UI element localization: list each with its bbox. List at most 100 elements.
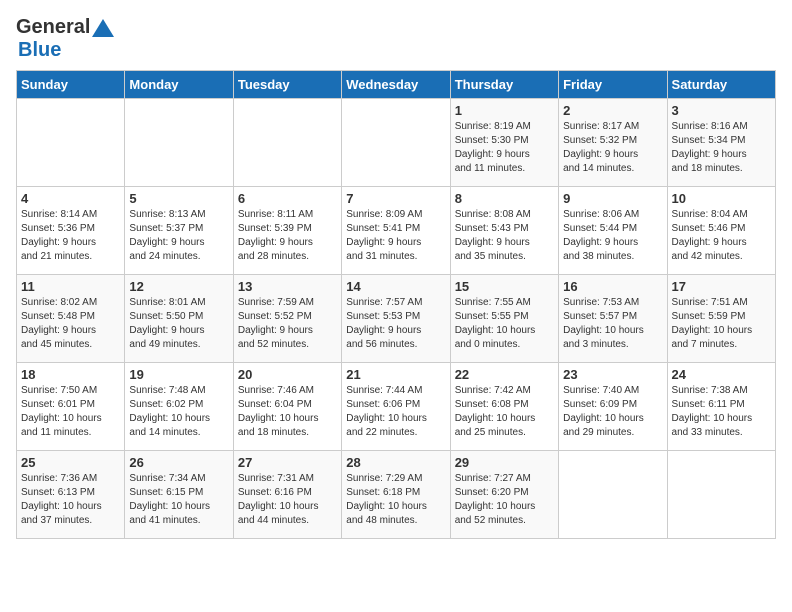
weekday-header: Sunday (17, 71, 125, 99)
calendar-cell: 7 Sunrise: 8:09 AM Sunset: 5:41 PM Daylig… (342, 187, 450, 275)
day-number: 25 (21, 455, 120, 470)
day-number: 13 (238, 279, 337, 294)
day-info: Sunrise: 7:46 AM Sunset: 6:04 PM Dayligh… (238, 384, 337, 440)
calendar-cell: 14 Sunrise: 7:57 AM Sunset: 5:53 PM Dayli… (342, 275, 450, 363)
calendar-cell (667, 451, 775, 539)
day-number: 7 (346, 191, 445, 206)
logo-general: General (16, 16, 90, 39)
day-info: Sunrise: 7:31 AM Sunset: 6:16 PM Dayligh… (238, 472, 337, 528)
calendar-cell (233, 99, 341, 187)
day-number: 23 (563, 367, 662, 382)
weekday-header: Tuesday (233, 71, 341, 99)
day-info: Sunrise: 7:42 AM Sunset: 6:08 PM Dayligh… (455, 384, 554, 440)
calendar-cell: 26 Sunrise: 7:34 AM Sunset: 6:15 PM Dayli… (125, 451, 233, 539)
calendar-cell: 20 Sunrise: 7:46 AM Sunset: 6:04 PM Dayli… (233, 363, 341, 451)
day-number: 22 (455, 367, 554, 382)
calendar-cell: 28 Sunrise: 7:29 AM Sunset: 6:18 PM Dayli… (342, 451, 450, 539)
day-number: 26 (129, 455, 228, 470)
calendar-cell: 24 Sunrise: 7:38 AM Sunset: 6:11 PM Dayli… (667, 363, 775, 451)
day-number: 24 (672, 367, 771, 382)
day-info: Sunrise: 7:38 AM Sunset: 6:11 PM Dayligh… (672, 384, 771, 440)
calendar-cell: 16 Sunrise: 7:53 AM Sunset: 5:57 PM Dayli… (559, 275, 667, 363)
day-number: 9 (563, 191, 662, 206)
day-info: Sunrise: 8:06 AM Sunset: 5:44 PM Dayligh… (563, 208, 662, 264)
day-number: 5 (129, 191, 228, 206)
calendar-cell: 1 Sunrise: 8:19 AM Sunset: 5:30 PM Daylig… (450, 99, 558, 187)
calendar-cell: 2 Sunrise: 8:17 AM Sunset: 5:32 PM Daylig… (559, 99, 667, 187)
day-number: 12 (129, 279, 228, 294)
day-number: 27 (238, 455, 337, 470)
calendar-cell: 12 Sunrise: 8:01 AM Sunset: 5:50 PM Dayli… (125, 275, 233, 363)
calendar-cell (342, 99, 450, 187)
day-info: Sunrise: 8:14 AM Sunset: 5:36 PM Dayligh… (21, 208, 120, 264)
day-number: 4 (21, 191, 120, 206)
calendar-cell (17, 99, 125, 187)
calendar-cell: 23 Sunrise: 7:40 AM Sunset: 6:09 PM Dayli… (559, 363, 667, 451)
day-info: Sunrise: 8:11 AM Sunset: 5:39 PM Dayligh… (238, 208, 337, 264)
weekday-header: Wednesday (342, 71, 450, 99)
day-number: 20 (238, 367, 337, 382)
day-info: Sunrise: 7:48 AM Sunset: 6:02 PM Dayligh… (129, 384, 228, 440)
day-info: Sunrise: 7:44 AM Sunset: 6:06 PM Dayligh… (346, 384, 445, 440)
logo: General Blue (16, 16, 114, 62)
day-info: Sunrise: 8:01 AM Sunset: 5:50 PM Dayligh… (129, 296, 228, 352)
weekday-header: Friday (559, 71, 667, 99)
day-info: Sunrise: 8:16 AM Sunset: 5:34 PM Dayligh… (672, 120, 771, 176)
day-info: Sunrise: 8:19 AM Sunset: 5:30 PM Dayligh… (455, 120, 554, 176)
day-number: 11 (21, 279, 120, 294)
day-info: Sunrise: 7:50 AM Sunset: 6:01 PM Dayligh… (21, 384, 120, 440)
calendar-cell: 13 Sunrise: 7:59 AM Sunset: 5:52 PM Dayli… (233, 275, 341, 363)
calendar-cell: 17 Sunrise: 7:51 AM Sunset: 5:59 PM Dayli… (667, 275, 775, 363)
calendar-cell: 8 Sunrise: 8:08 AM Sunset: 5:43 PM Daylig… (450, 187, 558, 275)
page-header: General Blue (16, 16, 776, 62)
calendar-cell: 4 Sunrise: 8:14 AM Sunset: 5:36 PM Daylig… (17, 187, 125, 275)
day-info: Sunrise: 7:36 AM Sunset: 6:13 PM Dayligh… (21, 472, 120, 528)
day-number: 2 (563, 103, 662, 118)
calendar-cell: 22 Sunrise: 7:42 AM Sunset: 6:08 PM Dayli… (450, 363, 558, 451)
calendar-cell: 29 Sunrise: 7:27 AM Sunset: 6:20 PM Dayli… (450, 451, 558, 539)
day-number: 29 (455, 455, 554, 470)
calendar-table: SundayMondayTuesdayWednesdayThursdayFrid… (16, 70, 776, 539)
day-number: 14 (346, 279, 445, 294)
calendar-cell: 15Sunrise: 7:55 AM Sunset: 5:55 PM Dayli… (450, 275, 558, 363)
day-number: 19 (129, 367, 228, 382)
weekday-header: Saturday (667, 71, 775, 99)
day-number: 28 (346, 455, 445, 470)
calendar-cell: 6 Sunrise: 8:11 AM Sunset: 5:39 PM Daylig… (233, 187, 341, 275)
day-info: Sunrise: 8:17 AM Sunset: 5:32 PM Dayligh… (563, 120, 662, 176)
calendar-cell: 11 Sunrise: 8:02 AM Sunset: 5:48 PM Dayli… (17, 275, 125, 363)
day-info: Sunrise: 8:02 AM Sunset: 5:48 PM Dayligh… (21, 296, 120, 352)
calendar-cell: 27 Sunrise: 7:31 AM Sunset: 6:16 PM Dayli… (233, 451, 341, 539)
calendar-cell: 5 Sunrise: 8:13 AM Sunset: 5:37 PM Daylig… (125, 187, 233, 275)
calendar-cell: 21Sunrise: 7:44 AM Sunset: 6:06 PM Dayli… (342, 363, 450, 451)
weekday-header: Monday (125, 71, 233, 99)
calendar-cell: 18Sunrise: 7:50 AM Sunset: 6:01 PM Dayli… (17, 363, 125, 451)
calendar-cell: 25 Sunrise: 7:36 AM Sunset: 6:13 PM Dayli… (17, 451, 125, 539)
calendar-cell: 19 Sunrise: 7:48 AM Sunset: 6:02 PM Dayli… (125, 363, 233, 451)
day-info: Sunrise: 7:53 AM Sunset: 5:57 PM Dayligh… (563, 296, 662, 352)
day-number: 1 (455, 103, 554, 118)
day-number: 6 (238, 191, 337, 206)
calendar-cell (125, 99, 233, 187)
day-info: Sunrise: 8:08 AM Sunset: 5:43 PM Dayligh… (455, 208, 554, 264)
day-info: Sunrise: 7:29 AM Sunset: 6:18 PM Dayligh… (346, 472, 445, 528)
day-info: Sunrise: 7:51 AM Sunset: 5:59 PM Dayligh… (672, 296, 771, 352)
day-info: Sunrise: 7:27 AM Sunset: 6:20 PM Dayligh… (455, 472, 554, 528)
day-info: Sunrise: 8:04 AM Sunset: 5:46 PM Dayligh… (672, 208, 771, 264)
day-number: 16 (563, 279, 662, 294)
day-info: Sunrise: 8:13 AM Sunset: 5:37 PM Dayligh… (129, 208, 228, 264)
day-info: Sunrise: 7:55 AM Sunset: 5:55 PM Dayligh… (455, 296, 554, 352)
day-info: Sunrise: 8:09 AM Sunset: 5:41 PM Dayligh… (346, 208, 445, 264)
day-number: 17 (672, 279, 771, 294)
day-info: Sunrise: 7:57 AM Sunset: 5:53 PM Dayligh… (346, 296, 445, 352)
calendar-cell: 10Sunrise: 8:04 AM Sunset: 5:46 PM Dayli… (667, 187, 775, 275)
logo-icon (92, 17, 114, 39)
weekday-header: Thursday (450, 71, 558, 99)
calendar-cell: 3Sunrise: 8:16 AM Sunset: 5:34 PM Daylig… (667, 99, 775, 187)
day-info: Sunrise: 7:59 AM Sunset: 5:52 PM Dayligh… (238, 296, 337, 352)
day-info: Sunrise: 7:34 AM Sunset: 6:15 PM Dayligh… (129, 472, 228, 528)
calendar-cell (559, 451, 667, 539)
day-info: Sunrise: 7:40 AM Sunset: 6:09 PM Dayligh… (563, 384, 662, 440)
day-number: 8 (455, 191, 554, 206)
logo-blue: Blue (18, 39, 61, 62)
